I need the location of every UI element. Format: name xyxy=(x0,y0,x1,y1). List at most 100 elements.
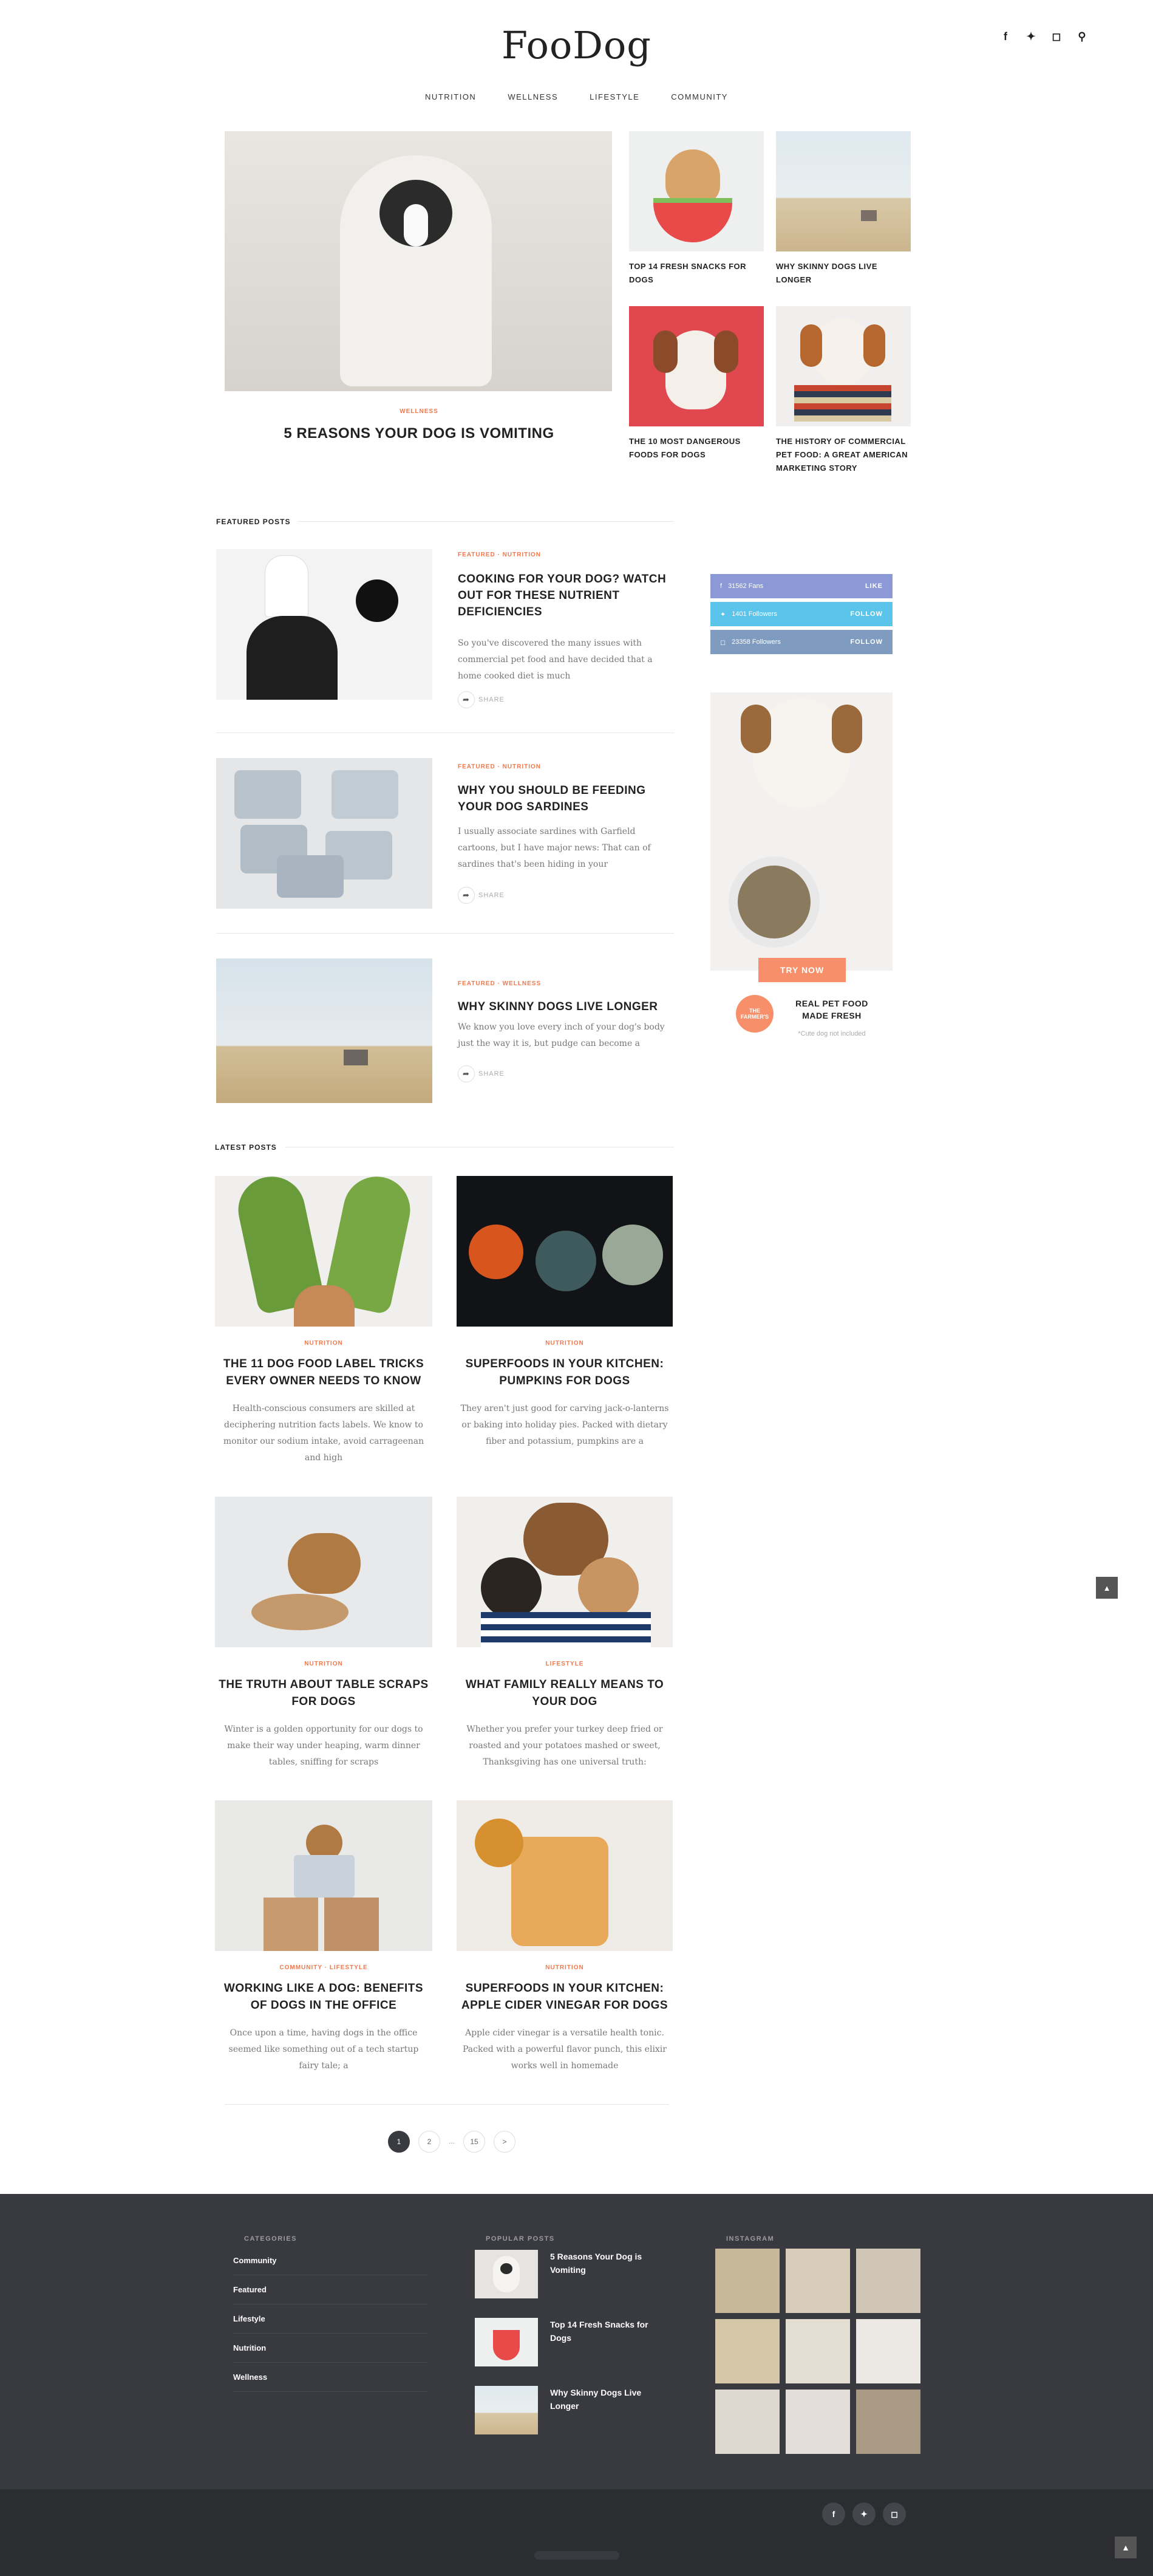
hero-side-title-2[interactable]: WHY SKINNY DOGS LIVE LONGER xyxy=(776,260,911,287)
popular-title-3[interactable]: Why Skinny Dogs Live Longer xyxy=(550,2386,665,2413)
nav-community[interactable]: COMMUNITY xyxy=(671,92,728,101)
latest-category-6[interactable]: NUTRITION xyxy=(457,1964,673,1971)
latest-excerpt-5: Once upon a time, having dogs in the off… xyxy=(228,2028,419,2071)
hero-main-image[interactable] xyxy=(225,131,612,391)
footer-category-nutrition[interactable]: Nutrition xyxy=(233,2334,427,2363)
search-icon[interactable]: ⚲ xyxy=(1075,30,1089,43)
facebook-fans-box[interactable]: f 31562 Fans LIKE xyxy=(710,574,893,598)
latest-image-4[interactable] xyxy=(457,1497,673,1647)
featured-title-2[interactable]: WHY YOU SHOULD BE FEEDING YOUR DOG SARDI… xyxy=(458,782,674,815)
latest-category-3[interactable]: NUTRITION xyxy=(215,1661,432,1667)
facebook-icon: f xyxy=(720,583,723,590)
featured-image-3[interactable] xyxy=(216,958,432,1103)
instagram-photo[interactable] xyxy=(786,2390,850,2454)
latest-image-5[interactable] xyxy=(215,1800,432,1951)
latest-title-2[interactable]: SUPERFOODS IN YOUR KITCHEN: PUMPKINS FOR… xyxy=(457,1356,673,1390)
instagram-photo[interactable] xyxy=(786,2249,850,2313)
share-button-3[interactable]: ➦ SHARE xyxy=(458,1065,505,1082)
hero-side-image-2[interactable] xyxy=(776,131,911,251)
featured-category-2[interactable]: FEATURED · NUTRITION xyxy=(458,764,541,770)
latest-category-4[interactable]: LIFESTYLE xyxy=(457,1661,673,1667)
footer-category-community[interactable]: Community xyxy=(233,2246,427,2275)
instagram-photo[interactable] xyxy=(715,2319,780,2383)
latest-excerpt-6: Apple cider vinegar is a versatile healt… xyxy=(463,2028,667,2071)
share-button-2[interactable]: ➦ SHARE xyxy=(458,887,505,904)
site-logo[interactable]: FooDog xyxy=(0,23,1153,67)
instagram-photo[interactable] xyxy=(786,2319,850,2383)
footer-instagram-heading: INSTAGRAM xyxy=(726,2235,775,2243)
featured-image-2[interactable] xyxy=(216,758,432,909)
back-to-top-button[interactable]: ▲ xyxy=(1115,2537,1137,2558)
latest-image-1[interactable] xyxy=(215,1176,432,1327)
hero-side-image-1[interactable] xyxy=(629,131,764,251)
footer-category-lifestyle[interactable]: Lifestyle xyxy=(233,2304,427,2334)
twitter-icon[interactable]: ✦ xyxy=(852,2503,876,2526)
latest-title-6[interactable]: SUPERFOODS IN YOUR KITCHEN: APPLE CIDER … xyxy=(457,1980,673,2014)
latest-title-1[interactable]: THE 11 DOG FOOD LABEL TRICKS EVERY OWNER… xyxy=(215,1356,432,1390)
scroll-top-button[interactable]: ▲ xyxy=(1096,1577,1118,1599)
latest-category-1[interactable]: NUTRITION xyxy=(215,1340,432,1347)
latest-image-2[interactable] xyxy=(457,1176,673,1327)
hero-side-image-3[interactable] xyxy=(629,306,764,426)
featured-title-3[interactable]: WHY SKINNY DOGS LIVE LONGER xyxy=(458,999,674,1015)
facebook-icon[interactable]: f xyxy=(822,2503,845,2526)
featured-title-1[interactable]: COOKING FOR YOUR DOG? WATCH OUT FOR THES… xyxy=(458,571,674,620)
hero-side-image-4[interactable] xyxy=(776,306,911,426)
footer-popular-heading: POPULAR POSTS xyxy=(486,2235,555,2243)
latest-excerpt-4: Whether you prefer your turkey deep frie… xyxy=(466,1724,663,1767)
sidebar-ad-image[interactable] xyxy=(710,692,893,971)
pagination: 1 2 ... 15 > xyxy=(388,2131,516,2153)
ad-note: *Cute dog not included xyxy=(798,1030,866,1037)
header-social: f ✦ ◻ ⚲ xyxy=(999,30,1089,43)
featured-divider xyxy=(298,521,674,522)
share-icon: ➦ xyxy=(458,1065,475,1082)
latest-heading: LATEST POSTS xyxy=(215,1143,277,1152)
arrow-up-icon: ▲ xyxy=(1121,2543,1130,2552)
featured-category-3[interactable]: FEATURED · WELLNESS xyxy=(458,980,541,987)
hero-category[interactable]: WELLNESS xyxy=(225,408,613,415)
page-15[interactable]: 15 xyxy=(463,2131,486,2153)
hero-side-title-1[interactable]: TOP 14 FRESH SNACKS FOR DOGS xyxy=(629,260,764,287)
popular-thumb-3[interactable] xyxy=(475,2386,538,2434)
latest-image-3[interactable] xyxy=(215,1497,432,1647)
instagram-photo[interactable] xyxy=(856,2390,920,2454)
instagram-icon[interactable]: ◻ xyxy=(883,2503,906,2526)
facebook-icon[interactable]: f xyxy=(999,30,1012,43)
footer-category-featured[interactable]: Featured xyxy=(233,2275,427,2304)
hero-side-title-4[interactable]: THE HISTORY OF COMMERCIAL PET FOOD: A GR… xyxy=(776,435,911,475)
instagram-photo[interactable] xyxy=(715,2249,780,2313)
popular-thumb-1[interactable] xyxy=(475,2250,538,2298)
popular-title-1[interactable]: 5 Reasons Your Dog is Vomiting xyxy=(550,2250,665,2277)
latest-title-4[interactable]: WHAT FAMILY REALLY MEANS TO YOUR DOG xyxy=(457,1676,673,1710)
featured-image-1[interactable] xyxy=(216,549,432,700)
latest-category-2[interactable]: NUTRITION xyxy=(457,1340,673,1347)
latest-category-5[interactable]: COMMUNITY · LIFESTYLE xyxy=(215,1964,432,1971)
nav-lifestyle[interactable]: LIFESTYLE xyxy=(590,92,639,101)
instagram-followers-box[interactable]: ◻ 23358 Followers FOLLOW xyxy=(710,630,893,654)
page-2[interactable]: 2 xyxy=(418,2131,440,2153)
try-now-button[interactable]: TRY NOW xyxy=(758,958,846,982)
share-button-1[interactable]: ➦ SHARE xyxy=(458,691,505,708)
nav-nutrition[interactable]: NUTRITION xyxy=(425,92,476,101)
instagram-icon[interactable]: ◻ xyxy=(1050,30,1063,43)
twitter-followers-box[interactable]: ✦ 1401 Followers FOLLOW xyxy=(710,602,893,626)
instagram-photo[interactable] xyxy=(856,2319,920,2383)
footer-category-wellness[interactable]: Wellness xyxy=(233,2363,427,2392)
pagination-divider xyxy=(225,2104,669,2105)
instagram-icon: ◻ xyxy=(720,638,726,646)
nav-wellness[interactable]: WELLNESS xyxy=(508,92,558,101)
share-icon: ➦ xyxy=(458,887,475,904)
hero-title[interactable]: 5 REASONS YOUR DOG IS VOMITING xyxy=(225,425,613,442)
popular-title-2[interactable]: Top 14 Fresh Snacks for Dogs xyxy=(550,2318,665,2345)
twitter-icon[interactable]: ✦ xyxy=(1024,30,1038,43)
latest-title-3[interactable]: THE TRUTH ABOUT TABLE SCRAPS FOR DOGS xyxy=(215,1676,432,1710)
page-1[interactable]: 1 xyxy=(388,2131,410,2153)
latest-image-6[interactable] xyxy=(457,1800,673,1951)
latest-title-5[interactable]: WORKING LIKE A DOG: BENEFITS OF DOGS IN … xyxy=(215,1980,432,2014)
featured-category-1[interactable]: FEATURED · NUTRITION xyxy=(458,552,541,558)
popular-thumb-2[interactable] xyxy=(475,2318,538,2366)
hero-side-title-3[interactable]: THE 10 MOST DANGEROUS FOODS FOR DOGS xyxy=(629,435,764,462)
instagram-photo[interactable] xyxy=(715,2390,780,2454)
next-page-button[interactable]: > xyxy=(494,2131,516,2153)
instagram-photo[interactable] xyxy=(856,2249,920,2313)
